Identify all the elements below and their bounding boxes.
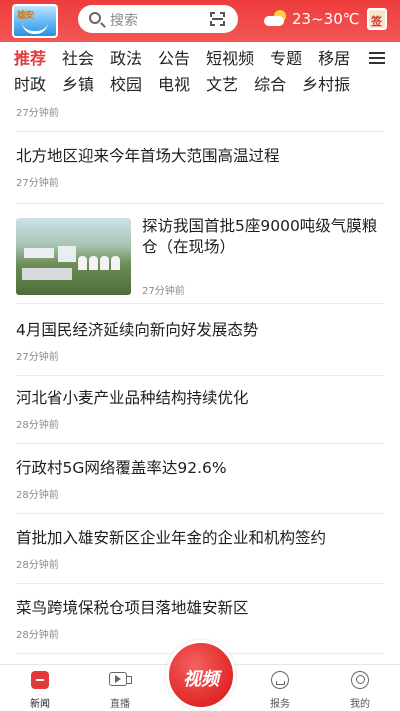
search-icon <box>89 12 101 24</box>
tab-town[interactable]: 乡镇 <box>62 73 94 97</box>
profile-icon <box>351 671 369 689</box>
channel-tabs: 推荐 社会 政法 公告 短视频 专题 移居 时政 乡镇 校园 电视 文艺 综合 … <box>0 42 400 100</box>
news-icon <box>31 671 49 689</box>
search-box[interactable]: 搜索 <box>78 5 238 33</box>
news-title: 探访我国首批5座9000吨级气膜粮仓（在现场） <box>142 217 378 256</box>
news-item[interactable]: 首批加入雄安新区企业年金的企业和机构签约 28分钟前 <box>16 526 384 584</box>
news-thumbnail-image <box>16 218 131 295</box>
tab-recommend[interactable]: 推荐 <box>14 47 46 71</box>
checkin-label: 签 <box>371 15 382 28</box>
tab-campus[interactable]: 校园 <box>110 73 142 97</box>
news-item[interactable]: 河北省小麦产业品种结构持续优化 28分钟前 <box>16 386 384 444</box>
nav-live-label: 直播 <box>110 699 130 710</box>
news-item-with-image[interactable]: 探访我国首批5座9000吨级气膜粮仓（在现场） 27分钟前 <box>16 204 384 304</box>
nav-me-label: 我的 <box>350 699 370 710</box>
news-time: 28分钟前 <box>16 490 59 501</box>
news-time: 28分钟前 <box>16 560 59 571</box>
video-button-label: 视频 <box>183 669 219 690</box>
news-title: 菜鸟跨境保税仓项目落地雄安新区 <box>16 599 249 617</box>
nav-live[interactable]: 直播 <box>90 665 150 711</box>
news-title: 行政村5G网络覆盖率达92.6% <box>16 459 227 477</box>
channel-row-2: 时政 乡镇 校园 电视 文艺 综合 乡村振 <box>14 73 400 97</box>
app-logo[interactable]: 雄安 <box>12 4 58 38</box>
weather-cloud-sun-icon <box>264 10 288 28</box>
news-feed: 27分钟前 北方地区迎来今年首场大范围高温过程 27分钟前 探访我国首批5座90… <box>0 100 400 664</box>
tab-politics[interactable]: 时政 <box>14 73 46 97</box>
news-time: 28分钟前 <box>16 420 59 431</box>
channel-menu-icon[interactable] <box>369 50 387 66</box>
logo-wave-icon <box>22 22 48 34</box>
channel-row-1: 推荐 社会 政法 公告 短视频 专题 移居 <box>14 47 364 71</box>
tab-rural[interactable]: 乡村振 <box>302 73 350 97</box>
scan-icon[interactable] <box>210 12 225 26</box>
nav-paper[interactable]: 报务 <box>250 665 310 711</box>
news-title: 河北省小麦产业品种结构持续优化 <box>16 389 249 407</box>
news-item-partial[interactable]: 27分钟前 <box>16 100 384 132</box>
weather-temperature: 23~30℃ <box>292 10 360 28</box>
nav-news-label: 新闻 <box>30 699 50 710</box>
news-item[interactable]: 行政村5G网络覆盖率达92.6% 28分钟前 <box>16 456 384 514</box>
tab-tv[interactable]: 电视 <box>158 73 190 97</box>
tab-arts[interactable]: 文艺 <box>206 73 238 97</box>
live-video-icon <box>109 672 132 686</box>
tab-migrate[interactable]: 移居 <box>318 47 350 71</box>
top-bar: 雄安 搜索 23~30℃ 签 <box>0 0 400 42</box>
nav-news[interactable]: 新闻 <box>10 665 70 711</box>
news-title: 4月国民经济延续向新向好发展态势 <box>16 321 259 339</box>
tab-notice[interactable]: 公告 <box>158 47 190 71</box>
tab-society[interactable]: 社会 <box>62 47 94 71</box>
tab-short-video[interactable]: 短视频 <box>206 47 254 71</box>
news-time: 27分钟前 <box>16 108 59 119</box>
weather-widget[interactable]: 23~30℃ <box>264 8 360 30</box>
nav-me[interactable]: 我的 <box>330 665 390 711</box>
search-placeholder: 搜索 <box>110 13 138 29</box>
logo-text: 雄安 <box>17 11 34 21</box>
news-item[interactable]: 北方地区迎来今年首场大范围高温过程 27分钟前 <box>16 144 384 204</box>
news-title: 北方地区迎来今年首场大范围高温过程 <box>16 147 280 165</box>
video-center-button[interactable]: 视频 <box>166 640 236 710</box>
news-time: 27分钟前 <box>142 286 185 297</box>
news-item[interactable]: 4月国民经济延续向新向好发展态势 27分钟前 <box>16 318 384 376</box>
news-time: 27分钟前 <box>16 352 59 363</box>
service-icon <box>271 671 289 689</box>
tab-special[interactable]: 专题 <box>270 47 302 71</box>
tab-law[interactable]: 政法 <box>110 47 142 71</box>
news-time: 27分钟前 <box>16 178 59 189</box>
checkin-button[interactable]: 签 <box>367 8 387 30</box>
nav-paper-label: 报务 <box>270 699 290 710</box>
news-time: 28分钟前 <box>16 630 59 641</box>
news-title: 首批加入雄安新区企业年金的企业和机构签约 <box>16 529 327 547</box>
tab-general[interactable]: 综合 <box>254 73 286 97</box>
